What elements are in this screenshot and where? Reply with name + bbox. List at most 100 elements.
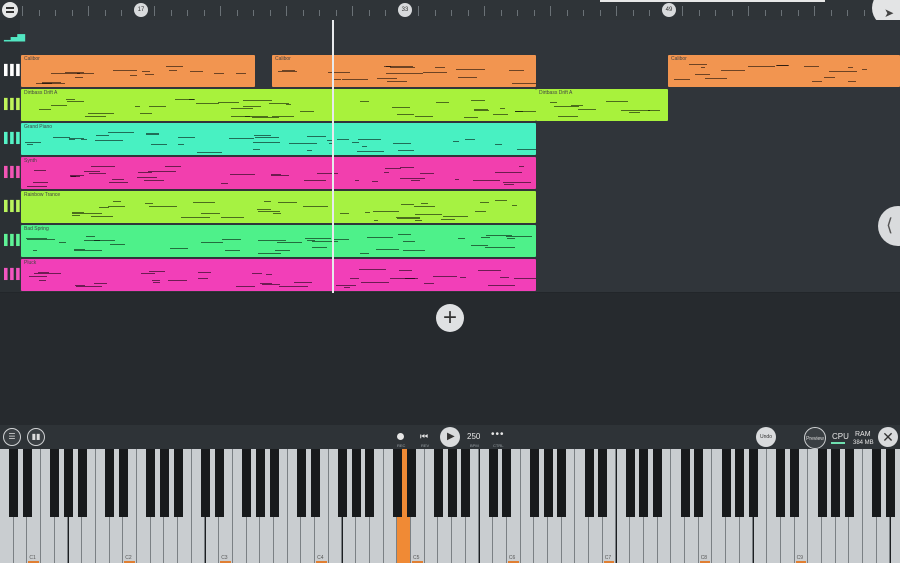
tempo-value[interactable]: 250: [467, 432, 480, 441]
black-key[interactable]: [653, 449, 663, 517]
black-key[interactable]: [694, 449, 704, 517]
track-header[interactable]: ▌▌▌: [0, 156, 23, 190]
black-key[interactable]: [173, 449, 183, 517]
pattern-clip[interactable]: Calibor: [272, 55, 536, 87]
black-key[interactable]: [214, 449, 224, 517]
pattern-clip[interactable]: Calibor: [21, 55, 255, 87]
timeline-ruler[interactable]: 17 33 49: [0, 0, 900, 20]
pattern-clip[interactable]: Dirtbass Drift A: [536, 89, 668, 121]
note-dash: [514, 277, 536, 279]
track-row[interactable]: ▌▌▌ Pluck: [0, 258, 900, 293]
playhead[interactable]: [332, 20, 334, 293]
black-key[interactable]: [790, 449, 800, 517]
black-key[interactable]: [817, 449, 827, 517]
black-key[interactable]: [146, 449, 156, 517]
piano-view-button[interactable]: ▮▮: [27, 428, 45, 446]
track-header[interactable]: ▌▌▌: [0, 122, 23, 156]
clip-label: Pluck: [24, 260, 37, 266]
track-row[interactable]: ▌▌▌ Grand Piano: [0, 122, 900, 157]
black-key[interactable]: [365, 449, 375, 517]
black-key[interactable]: [639, 449, 649, 517]
track-row[interactable]: ▌▌▌ Rainbow Trance: [0, 190, 900, 225]
black-key[interactable]: [584, 449, 594, 517]
black-key[interactable]: [721, 449, 731, 517]
track-row-master[interactable]: ▁▃▅: [0, 20, 900, 55]
ruler-marker[interactable]: 33: [398, 3, 412, 17]
pattern-clip[interactable]: Synth: [21, 157, 536, 189]
pattern-clip[interactable]: Calibor: [668, 55, 900, 87]
pattern-clip[interactable]: Pluck: [21, 259, 536, 291]
pattern-clip[interactable]: Rainbow Trance: [21, 191, 536, 223]
pattern-clip[interactable]: Dirtbass Drift A: [21, 89, 536, 121]
black-key[interactable]: [296, 449, 306, 517]
black-key[interactable]: [625, 449, 635, 517]
black-key[interactable]: [255, 449, 265, 517]
note-dash: [848, 67, 854, 69]
black-key[interactable]: [50, 449, 60, 517]
track-header[interactable]: ▌▌▌: [0, 190, 23, 224]
black-key[interactable]: [22, 449, 32, 517]
black-key[interactable]: [433, 449, 443, 517]
play-button[interactable]: ▶: [440, 427, 460, 447]
black-key[interactable]: [9, 449, 19, 517]
track-row[interactable]: ▌▌▌ Synth: [0, 156, 900, 191]
black-key[interactable]: [831, 449, 841, 517]
piano-keyboard[interactable]: C1 C2 C3 C4 C5 C6 C7 C8 C9: [0, 449, 900, 563]
track-header[interactable]: ▌▌▌: [0, 88, 23, 122]
black-key[interactable]: [776, 449, 786, 517]
more-options-button[interactable]: •••: [491, 429, 505, 440]
record-button[interactable]: [397, 433, 404, 440]
track-row[interactable]: ▌▌▌ Dirtbass Drift A Dirtbass Drift A: [0, 88, 900, 123]
black-key[interactable]: [77, 449, 87, 517]
black-key[interactable]: [735, 449, 745, 517]
pattern-clip[interactable]: Grand Piano: [21, 123, 536, 155]
rewind-button[interactable]: ⏮: [420, 431, 428, 442]
track-row[interactable]: ▌▌▌ Bad Spring: [0, 224, 900, 259]
black-key[interactable]: [159, 449, 169, 517]
black-key[interactable]: [242, 449, 252, 517]
black-key[interactable]: [886, 449, 895, 517]
black-key[interactable]: [529, 449, 539, 517]
main-menu-button[interactable]: [2, 2, 18, 18]
black-key[interactable]: [502, 449, 512, 517]
black-key[interactable]: [461, 449, 471, 517]
track-row[interactable]: ▌▌▌ Calibor Calibor Calibor: [0, 54, 900, 89]
track-header[interactable]: ▌▌▌: [0, 224, 23, 258]
black-key[interactable]: [338, 449, 347, 517]
black-key[interactable]: [118, 449, 128, 517]
black-key[interactable]: [598, 449, 608, 517]
black-key[interactable]: [749, 449, 758, 517]
black-key[interactable]: [105, 449, 115, 517]
ruler-marker[interactable]: 49: [662, 3, 676, 17]
black-key[interactable]: [872, 449, 882, 517]
black-key[interactable]: [543, 449, 553, 517]
track-header[interactable]: ▌▌▌: [0, 258, 23, 292]
black-key[interactable]: [351, 449, 361, 517]
preview-button[interactable]: Preview: [804, 427, 826, 449]
note-dash: [148, 270, 166, 272]
note-dash: [494, 143, 503, 145]
ruler-marker[interactable]: 17: [134, 3, 148, 17]
black-key[interactable]: [310, 449, 320, 517]
close-keyboard-button[interactable]: ✕: [878, 427, 898, 447]
note-dash: [257, 208, 272, 210]
undo-button[interactable]: Undo: [756, 427, 776, 447]
black-key[interactable]: [64, 449, 73, 517]
black-key[interactable]: [557, 449, 567, 517]
track-header[interactable]: ▁▃▅: [0, 20, 25, 54]
mixer-button[interactable]: ☰: [3, 428, 21, 446]
black-key[interactable]: [269, 449, 279, 517]
black-key[interactable]: [447, 449, 457, 517]
add-track-button[interactable]: +: [436, 304, 464, 332]
note-dash: [557, 116, 578, 118]
note-dash: [432, 275, 458, 277]
black-key[interactable]: [392, 449, 402, 517]
black-key[interactable]: [844, 449, 854, 517]
black-key[interactable]: [488, 449, 498, 517]
note-dash: [254, 135, 271, 137]
black-key[interactable]: [680, 449, 690, 517]
black-key[interactable]: [201, 449, 210, 517]
pattern-clip[interactable]: Bad Spring: [21, 225, 536, 257]
track-header[interactable]: ▌▌▌: [0, 54, 23, 88]
black-key[interactable]: [406, 449, 416, 517]
